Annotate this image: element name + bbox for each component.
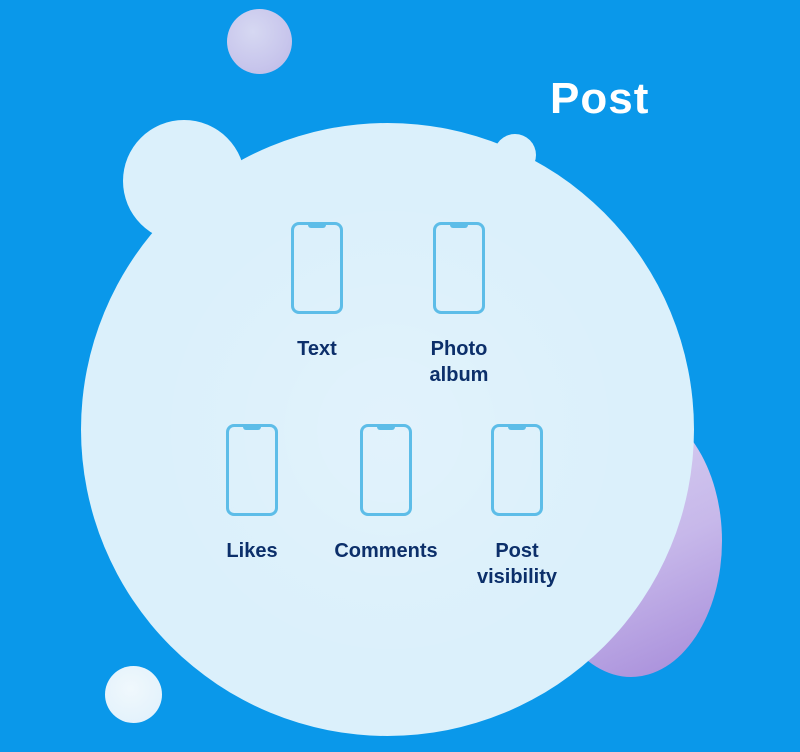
feature-label: Photo album <box>429 338 489 386</box>
phone-icon <box>491 424 543 516</box>
phone-icon <box>291 222 343 314</box>
feature-item-post-visibility[interactable]: Post visibility <box>457 424 577 590</box>
phone-icon <box>226 424 278 516</box>
phone-icon <box>360 424 412 516</box>
feature-label: Post visibility <box>476 540 558 588</box>
phone-icon <box>433 222 485 314</box>
page-title: Post <box>550 74 650 123</box>
feature-item-photo-album[interactable]: Photo album <box>399 222 519 388</box>
feature-label: Likes <box>226 540 278 562</box>
feature-item-comments[interactable]: Comments <box>326 424 446 564</box>
feature-label: Comments <box>334 540 438 562</box>
feature-label: Text <box>297 338 337 360</box>
feature-item-likes[interactable]: Likes <box>192 424 312 564</box>
decorative-bubble-top <box>227 9 292 74</box>
decorative-bubble-bottom <box>105 666 162 723</box>
feature-item-text[interactable]: Text <box>257 222 377 362</box>
